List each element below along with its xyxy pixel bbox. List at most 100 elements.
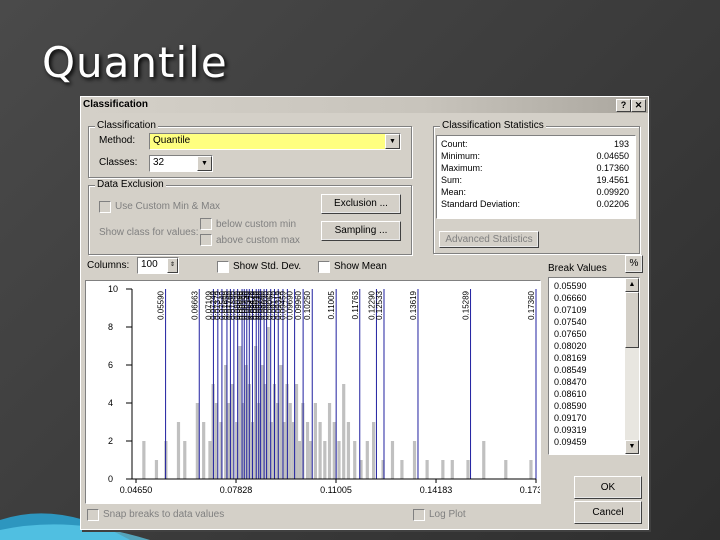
break-value-item[interactable]: 0.09459 bbox=[554, 437, 587, 447]
break-value-item[interactable]: 0.09170 bbox=[554, 413, 587, 423]
histogram-bar bbox=[332, 422, 336, 479]
histogram-bar bbox=[372, 422, 376, 479]
break-label: 0.11005 bbox=[327, 290, 336, 319]
stats-group-label: Classification Statistics bbox=[440, 120, 546, 131]
classes-value: 32 bbox=[153, 157, 165, 168]
break-label: 0.12533 bbox=[375, 290, 384, 319]
stat-row: Count: 193 bbox=[441, 139, 629, 149]
break-value-item[interactable]: 0.08590 bbox=[554, 401, 587, 411]
use-custom-checkbox[interactable] bbox=[99, 201, 111, 213]
exclusion-button[interactable]: Exclusion ... bbox=[321, 194, 401, 214]
break-value-item[interactable]: 0.08610 bbox=[554, 389, 587, 399]
break-values-label: Break Values bbox=[548, 263, 607, 274]
break-value-item[interactable]: 0.08549 bbox=[554, 365, 587, 375]
close-button[interactable]: ✕ bbox=[631, 99, 646, 112]
histogram-chart[interactable]: 0.05590 0.06663 0.07109 0.07249 0.07379 0.075… bbox=[85, 280, 552, 504]
break-value-item[interactable]: 0.07650 bbox=[554, 329, 587, 339]
histogram-bar bbox=[313, 403, 317, 479]
scroll-thumb[interactable] bbox=[625, 292, 639, 348]
log-plot-label: Log Plot bbox=[429, 509, 466, 520]
chevron-down-icon[interactable]: ▼ bbox=[197, 156, 212, 171]
list-scrollbar[interactable]: ▲ ▼ bbox=[625, 278, 639, 454]
above-custom-checkbox[interactable] bbox=[200, 234, 212, 246]
below-custom-label: below custom min bbox=[216, 219, 297, 230]
break-label: 0.10250 bbox=[303, 290, 312, 319]
histogram-bar bbox=[529, 460, 533, 479]
classes-select[interactable]: 32 ▼ bbox=[149, 155, 213, 172]
method-label: Method: bbox=[99, 135, 136, 146]
histogram-bar bbox=[288, 403, 292, 479]
cancel-button[interactable]: Cancel bbox=[574, 501, 642, 524]
stat-row: Sum: 19.4561 bbox=[441, 175, 629, 185]
show-mean-label: Show Mean bbox=[334, 261, 387, 272]
show-class-label: Show class for values: bbox=[99, 227, 199, 238]
snap-checkbox[interactable] bbox=[87, 509, 99, 521]
sampling-button[interactable]: Sampling ... bbox=[321, 221, 401, 241]
break-value-item[interactable]: 0.08020 bbox=[554, 341, 587, 351]
histogram-bar bbox=[390, 441, 395, 479]
histogram-bar bbox=[337, 441, 341, 479]
classes-label: Classes: bbox=[99, 157, 138, 168]
ok-button[interactable]: OK bbox=[574, 476, 642, 499]
break-label: 0.15289 bbox=[462, 290, 471, 319]
slide-title: Quantile bbox=[42, 38, 228, 87]
x-tick-label: 0.07828 bbox=[220, 485, 253, 495]
chevron-down-icon[interactable]: ▼ bbox=[385, 134, 400, 149]
above-custom-label: above custom max bbox=[216, 235, 300, 246]
histogram-bar bbox=[342, 384, 346, 479]
histogram-bar bbox=[142, 441, 146, 479]
histogram-bar bbox=[195, 403, 199, 479]
scroll-down-icon[interactable]: ▼ bbox=[625, 440, 639, 454]
break-value-item[interactable]: 0.06660 bbox=[554, 293, 587, 303]
help-button[interactable]: ? bbox=[616, 99, 631, 112]
use-custom-label: Use Custom Min & Max bbox=[115, 201, 221, 212]
spinner-arrows-icon[interactable]: ⇕ bbox=[167, 258, 178, 273]
break-label: 0.11763 bbox=[351, 290, 360, 319]
break-value-item[interactable]: 0.05590 bbox=[554, 281, 587, 291]
x-tick-label: 0.17360 bbox=[520, 485, 540, 495]
break-value-item[interactable]: 0.08470 bbox=[554, 377, 587, 387]
log-plot-checkbox[interactable] bbox=[413, 509, 425, 521]
dialog-title: Classification bbox=[83, 99, 149, 110]
collapse-button[interactable]: % bbox=[625, 255, 643, 273]
snap-label: Snap breaks to data values bbox=[103, 509, 225, 520]
histogram-bar bbox=[441, 460, 445, 479]
advanced-statistics-button[interactable]: Advanced Statistics bbox=[439, 231, 539, 248]
histogram-bar bbox=[400, 460, 404, 479]
show-mean-checkbox[interactable] bbox=[318, 261, 330, 273]
histogram-bar bbox=[176, 422, 181, 479]
columns-label: Columns: bbox=[87, 260, 130, 271]
columns-spinner[interactable]: 100 ⇕ bbox=[137, 257, 179, 274]
method-select[interactable]: Quantile ▼ bbox=[149, 133, 401, 150]
y-tick-label: 2 bbox=[108, 436, 113, 446]
histogram-bar bbox=[504, 460, 508, 479]
histogram-bar bbox=[466, 460, 470, 479]
break-value-item[interactable]: 0.08169 bbox=[554, 353, 587, 363]
columns-value: 100 bbox=[141, 259, 158, 270]
histogram-svg[interactable]: 0.05590 0.06663 0.071090.072490.073790.075… bbox=[86, 281, 552, 503]
stat-row: Mean: 0.09920 bbox=[441, 187, 629, 197]
show-std-dev-label: Show Std. Dev. bbox=[233, 261, 302, 272]
break-label: 0.17360 bbox=[527, 290, 536, 319]
stat-row: Maximum: 0.17360 bbox=[441, 163, 629, 173]
break-label: 0.05590 bbox=[157, 290, 166, 319]
histogram-bar bbox=[318, 422, 322, 479]
break-label: 0.13619 bbox=[409, 290, 418, 319]
stats-box: Count: 193 Minimum: 0.04650 Maximum: 0.1736… bbox=[436, 135, 636, 219]
scroll-up-icon[interactable]: ▲ bbox=[625, 278, 639, 292]
show-std-dev-checkbox[interactable] bbox=[217, 261, 229, 273]
break-label: 0.09960 bbox=[294, 290, 303, 319]
histogram-bar bbox=[183, 441, 187, 479]
stat-row: Standard Deviation: 0.02206 bbox=[441, 199, 629, 209]
break-value-item[interactable]: 0.07109 bbox=[554, 305, 587, 315]
histogram-bar bbox=[346, 422, 351, 479]
break-values-list[interactable]: 0.09459 0.09319 0.09170 0.08590 0.08610 0.084… bbox=[548, 277, 640, 455]
y-tick-label: 0 bbox=[108, 474, 113, 484]
break-value-item[interactable]: 0.09319 bbox=[554, 425, 587, 435]
histogram-bar bbox=[208, 441, 212, 479]
below-custom-checkbox[interactable] bbox=[200, 218, 212, 230]
histogram-bar bbox=[327, 403, 332, 479]
break-value-item[interactable]: 0.07540 bbox=[554, 317, 587, 327]
histogram-bar bbox=[412, 441, 417, 479]
y-tick-label: 4 bbox=[108, 398, 113, 408]
